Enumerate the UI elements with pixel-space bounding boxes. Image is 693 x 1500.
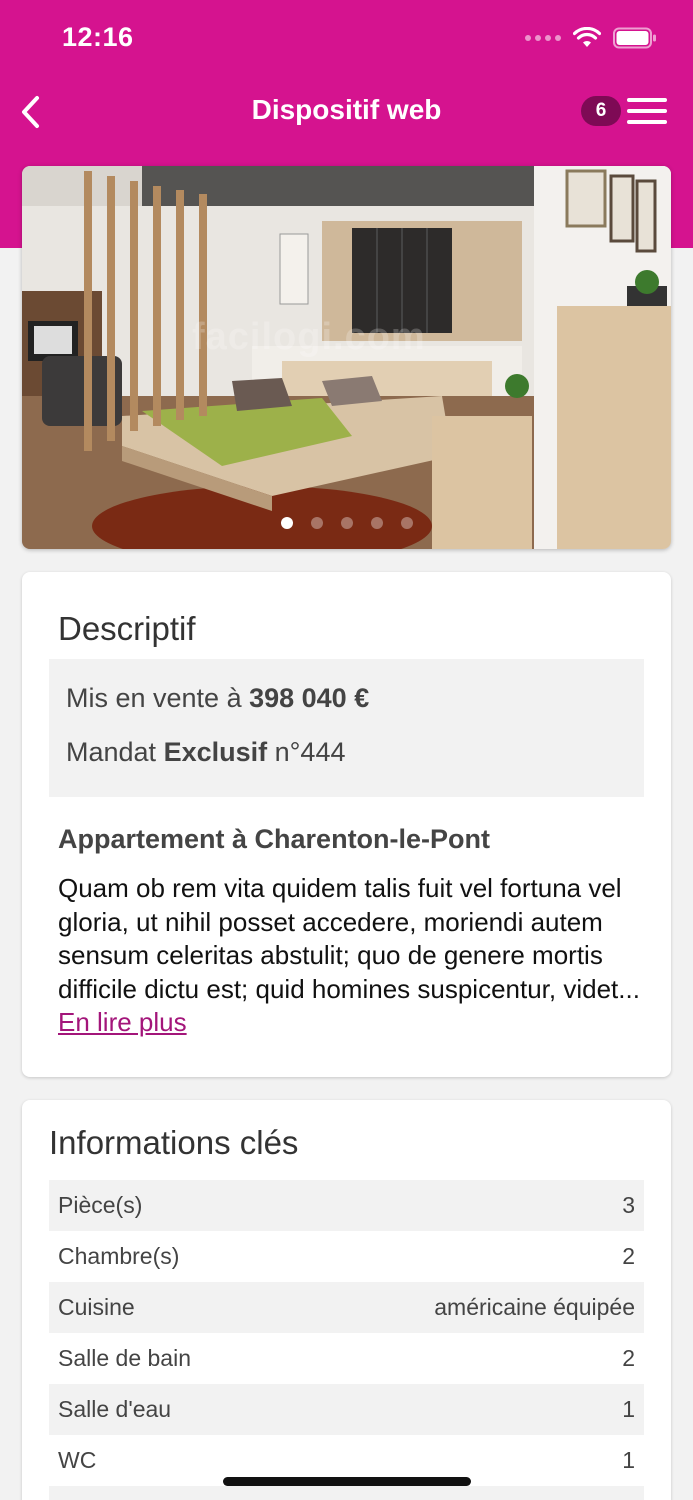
property-description: Quam ob rem vita quidem talis fuit vel f… bbox=[58, 872, 648, 1040]
status-icons bbox=[525, 24, 657, 52]
table-row: Salle de bain 2 bbox=[49, 1333, 644, 1384]
key-info-table: Pièce(s) 3 Chambre(s) 2 Cuisine américai… bbox=[49, 1180, 644, 1500]
carousel-dot[interactable] bbox=[400, 517, 413, 529]
table-row-partial bbox=[49, 1486, 644, 1500]
wifi-icon bbox=[573, 27, 601, 47]
property-photo-carousel[interactable]: facilogi.com bbox=[22, 166, 671, 549]
price-prefix: Mis en vente à bbox=[66, 683, 250, 713]
row-value: 2 bbox=[622, 1345, 635, 1371]
description-card: Descriptif Mis en vente à 398 040 € Mand… bbox=[22, 572, 671, 1077]
mandate-type: Exclusif bbox=[163, 737, 268, 767]
row-value: américaine équipée bbox=[434, 1294, 635, 1320]
favorites-count-badge[interactable]: 6 bbox=[581, 96, 621, 126]
carousel-dot[interactable] bbox=[370, 517, 383, 529]
table-row: Pièce(s) 3 bbox=[49, 1180, 644, 1231]
photo-watermark: facilogi.com bbox=[192, 316, 426, 358]
carousel-dot[interactable] bbox=[280, 517, 293, 529]
property-title: Appartement à Charenton-le-Pont bbox=[58, 824, 491, 854]
row-label: Pièce(s) bbox=[58, 1192, 143, 1218]
row-value: 2 bbox=[622, 1243, 635, 1269]
read-more-link[interactable]: En lire plus bbox=[58, 1007, 187, 1037]
home-indicator[interactable] bbox=[223, 1477, 471, 1486]
price-box: Mis en vente à 398 040 € Mandat Exclusif… bbox=[49, 659, 644, 797]
table-row: Salle d'eau 1 bbox=[49, 1384, 644, 1435]
nav-actions: 6 bbox=[581, 94, 669, 128]
carousel-pagination[interactable] bbox=[22, 517, 671, 529]
row-label: Cuisine bbox=[58, 1294, 135, 1320]
carousel-dot[interactable] bbox=[340, 517, 353, 529]
mandate-prefix: Mandat bbox=[66, 737, 164, 767]
row-label: Salle de bain bbox=[58, 1345, 191, 1371]
row-label: Chambre(s) bbox=[58, 1243, 180, 1269]
description-heading: Descriptif bbox=[58, 610, 196, 647]
mandate-line: Mandat Exclusif n°444 bbox=[66, 737, 345, 768]
table-row: Chambre(s) 2 bbox=[49, 1231, 644, 1282]
description-text: Quam ob rem vita quidem talis fuit vel f… bbox=[58, 873, 640, 1004]
mandate-number: n°444 bbox=[267, 737, 346, 767]
status-time: 12:16 bbox=[62, 22, 134, 52]
nav-bar: Dispositif web 6 bbox=[0, 76, 693, 146]
status-bar: 12:16 bbox=[0, 0, 693, 76]
row-value: 3 bbox=[622, 1192, 635, 1218]
carousel-dot[interactable] bbox=[310, 517, 323, 529]
key-info-heading: Informations clés bbox=[49, 1124, 299, 1161]
price-value: 398 040 € bbox=[249, 683, 370, 713]
key-info-card: Informations clés Pièce(s) 3 Chambre(s) … bbox=[22, 1100, 671, 1500]
row-label: Salle d'eau bbox=[58, 1396, 172, 1422]
signal-icon bbox=[525, 35, 561, 41]
hamburger-menu-icon bbox=[627, 98, 667, 124]
row-value: 1 bbox=[622, 1447, 635, 1473]
table-row: Cuisine américaine équipée bbox=[49, 1282, 644, 1333]
row-value: 1 bbox=[622, 1396, 635, 1422]
price-line: Mis en vente à 398 040 € bbox=[66, 683, 369, 714]
battery-icon bbox=[613, 27, 656, 49]
menu-button[interactable] bbox=[625, 94, 669, 128]
row-label: WC bbox=[58, 1447, 97, 1473]
